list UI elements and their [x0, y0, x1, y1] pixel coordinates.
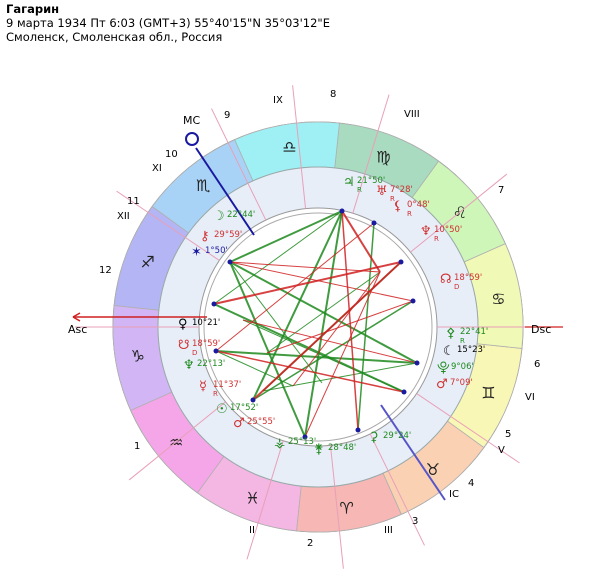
planet-glyph-icon: ♆	[420, 224, 432, 239]
planet-glyph-icon: ☉	[216, 402, 228, 417]
planet-degree-label: 9°06'	[451, 362, 474, 372]
planet-position-dot	[227, 259, 233, 265]
planet-motion-label: D	[192, 349, 197, 357]
planet-glyph-icon: ⚴	[446, 326, 456, 341]
planet-glyph-icon: ⚳	[369, 430, 379, 445]
planet-glyph-icon: ♅	[376, 184, 388, 199]
house-number-label: 8	[330, 89, 336, 100]
house-number-label: VI	[525, 392, 535, 403]
planet-degree-label: 11°37'	[213, 380, 241, 390]
planet-degree-label: 10°21'	[192, 318, 220, 328]
planet-position-dot	[401, 389, 407, 395]
house-number-label: 4	[468, 478, 474, 489]
planet-motion-label: R	[434, 235, 439, 243]
planet-degree-label: 10°50'	[434, 225, 462, 235]
planet-position-dot	[371, 220, 377, 226]
planet-degree-label: 22°44'	[227, 210, 255, 220]
planet-glyph-icon: ♂	[436, 377, 448, 392]
zodiac-sign-glyph-icon: ♓	[245, 488, 259, 507]
planet-degree-label: 29°59'	[214, 230, 242, 240]
planet-degree-label: 18°59'	[454, 273, 482, 283]
planet-glyph-icon: ☽	[213, 209, 225, 224]
planet-degree-label: 7°28'	[390, 185, 413, 195]
house-number-label: 10	[165, 149, 178, 160]
house-number-label: XII	[117, 211, 130, 222]
planet-glyph-icon: ♆	[183, 358, 195, 373]
planet-glyph-icon: ⚷	[200, 229, 210, 244]
ic-label: IC	[449, 489, 459, 500]
planet-glyph-icon: ⯓	[437, 361, 450, 376]
planet-motion-label: R	[407, 210, 412, 218]
zodiac-sign-glyph-icon: ♐	[140, 253, 154, 272]
house-number-label: 6	[534, 359, 540, 370]
planet-motion-label: D	[454, 283, 459, 291]
planet-degree-label: 17°52'	[230, 403, 258, 413]
zodiac-sign-glyph-icon: ♏	[196, 176, 210, 195]
zodiac-sign-glyph-icon: ♋	[491, 289, 505, 308]
planet-position-dot	[414, 360, 420, 366]
mc-marker-icon	[185, 132, 199, 146]
house-number-label: III	[384, 525, 393, 536]
planet-position-dot	[355, 427, 361, 433]
planet-degree-label: 22°13'	[197, 359, 225, 369]
planet-position-dot	[398, 259, 404, 265]
planet-position-dot	[339, 208, 345, 214]
dsc-label: Dsc	[531, 323, 551, 336]
planet-glyph-icon: ⚸	[393, 199, 403, 214]
planet-position-dot	[213, 348, 219, 354]
planet-degree-label: 22°41'	[460, 327, 488, 337]
planet-glyph-icon: ✶	[191, 245, 202, 260]
planet-glyph-icon: ♃	[343, 175, 355, 190]
planet-glyph-icon: ♂	[233, 416, 245, 431]
asc-label: Asc	[68, 323, 87, 336]
planet-glyph-icon: ♀	[178, 317, 188, 332]
zodiac-sign-glyph-icon: ♈	[339, 498, 353, 517]
house-number-label: 2	[307, 538, 313, 549]
zodiac-sign-glyph-icon: ♎	[282, 138, 296, 157]
planet-motion-label: R	[213, 390, 218, 398]
zodiac-sign-glyph-icon: ♊	[481, 383, 495, 402]
house-number-label: V	[498, 445, 505, 456]
planet-degree-label: 28°48'	[328, 443, 356, 453]
house-number-label: 7	[498, 185, 504, 196]
house-number-label: 5	[505, 429, 511, 440]
house-number-label: 9	[224, 110, 230, 121]
planet-degree-label: 18°59'	[192, 339, 220, 349]
planet-glyph-icon: ☿	[199, 379, 207, 394]
planet-position-dot	[211, 301, 217, 307]
planet-position-dot	[250, 397, 256, 403]
house-number-label: 3	[412, 516, 418, 527]
planet-degree-label: 1°50'	[205, 246, 228, 256]
house-number-label: VIII	[404, 109, 420, 120]
planet-glyph-icon: ⚶	[274, 436, 285, 451]
planet-degree-label: 0°48'	[407, 200, 430, 210]
planet-glyph-icon: ☋	[178, 338, 190, 353]
planet-glyph-icon: ☊	[440, 272, 452, 287]
planet-degree-label: 25°13'	[288, 437, 316, 447]
planet-position-dot	[410, 298, 416, 304]
house-number-label: II	[249, 525, 255, 536]
house-number-label: 1	[134, 441, 140, 452]
planet-degree-label: 29°24'	[383, 431, 411, 441]
planet-motion-label: R	[357, 186, 362, 194]
planet-glyph-icon: ☾	[443, 344, 455, 359]
zodiac-sign-glyph-icon: ♍	[376, 148, 390, 167]
planet-degree-label: 7°09'	[450, 378, 473, 388]
mc-label: MC	[183, 114, 200, 127]
natal-chart-wheel: ♒♓♈♉♊♋♌♍♎♏♐♑ 1II2III34ICV5VI67VIII8IX910…	[68, 85, 563, 569]
planet-degree-label: 25°55'	[247, 417, 275, 427]
house-number-label: 12	[99, 265, 112, 276]
house-number-label: 11	[127, 196, 140, 207]
zodiac-sign-glyph-icon: ♑	[131, 347, 145, 366]
house-number-label: XI	[152, 163, 162, 174]
planet-motion-label: R	[460, 337, 465, 345]
house-number-label: IX	[273, 95, 283, 106]
planet-degree-label: 15°23'	[457, 345, 485, 355]
